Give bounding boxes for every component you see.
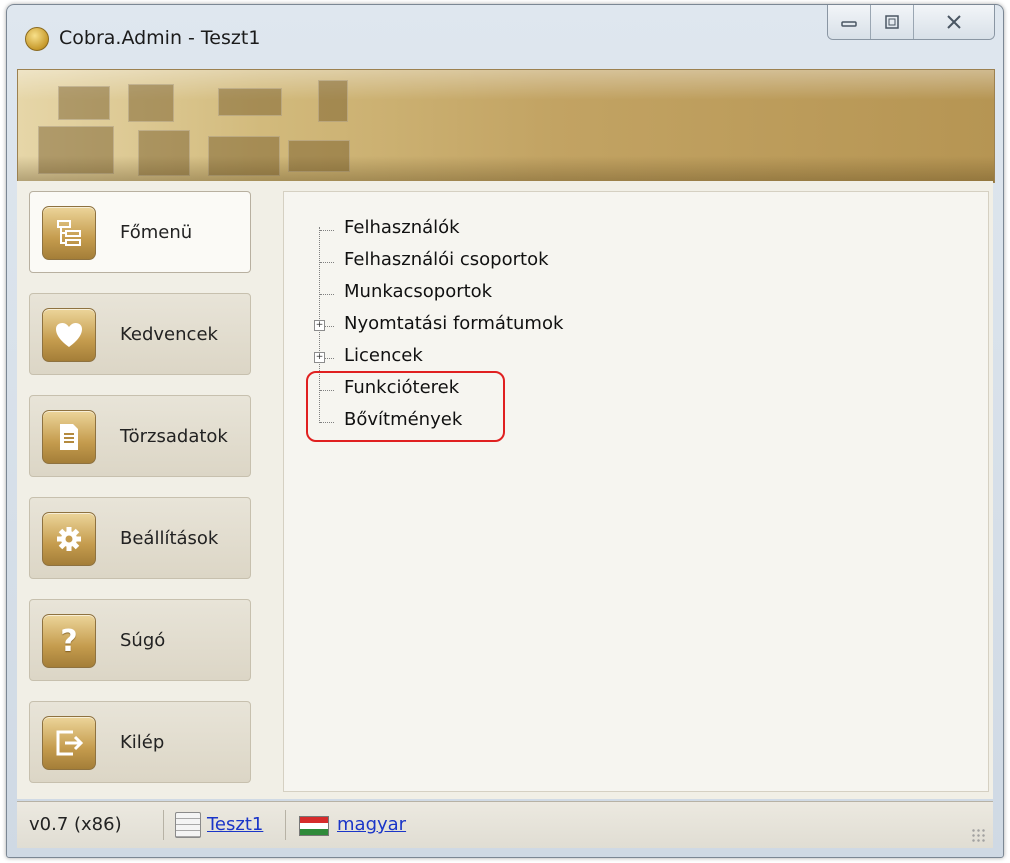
title-bar[interactable]: Cobra.Admin - Teszt1 bbox=[7, 5, 1003, 69]
sidebar-item-label: Kedvencek bbox=[120, 324, 218, 345]
tree-item-felhasznalok[interactable]: Felhasználók bbox=[344, 217, 460, 238]
sidebar-item-label: Főmenü bbox=[120, 222, 193, 243]
app-window: Cobra.Admin - Teszt1 Főmenü Kedvencek Tö… bbox=[6, 4, 1004, 858]
heart-icon bbox=[42, 308, 96, 362]
caption-buttons bbox=[827, 5, 995, 40]
tree-item-felhasznaloi-csoportok[interactable]: Felhasználói csoportok bbox=[344, 249, 549, 270]
resize-grip-icon[interactable] bbox=[971, 828, 985, 842]
gear-icon bbox=[42, 512, 96, 566]
version-label: v0.7 (x86) bbox=[29, 814, 122, 835]
database-icon bbox=[175, 812, 201, 838]
sidebar-item-label: Kilép bbox=[120, 732, 165, 753]
close-icon bbox=[947, 15, 961, 29]
minimize-icon bbox=[841, 21, 857, 27]
maximize-icon bbox=[885, 15, 899, 29]
window-title: Cobra.Admin - Teszt1 bbox=[59, 27, 261, 49]
exit-icon bbox=[42, 716, 96, 770]
tree-item-munkacsoportok[interactable]: Munkacsoportok bbox=[344, 281, 492, 302]
sidebar-item-kilep[interactable]: Kilép bbox=[29, 701, 251, 783]
sidebar-item-label: Súgó bbox=[120, 630, 166, 651]
sidebar-item-label: Törzsadatok bbox=[120, 426, 228, 447]
header-banner bbox=[17, 69, 995, 183]
sidebar-item-label: Beállítások bbox=[120, 528, 219, 549]
tree-item-nyomtatasi-formatumok[interactable]: Nyomtatási formátumok bbox=[344, 313, 563, 334]
status-bar: v0.7 (x86) Teszt1 magyar bbox=[17, 801, 993, 848]
tree-menu-icon bbox=[42, 206, 96, 260]
sidebar-item-kedvencek[interactable]: Kedvencek bbox=[29, 293, 251, 375]
help-icon: ? bbox=[42, 614, 96, 668]
database-link[interactable]: Teszt1 bbox=[207, 814, 263, 835]
hungarian-flag-icon bbox=[299, 816, 329, 836]
app-logo-icon bbox=[25, 27, 49, 51]
sidebar-item-torzsadatok[interactable]: Törzsadatok bbox=[29, 395, 251, 477]
tree-item-licencek[interactable]: Licencek bbox=[344, 345, 423, 366]
sidebar-item-fomenu[interactable]: Főmenü bbox=[29, 191, 251, 273]
expand-icon[interactable]: + bbox=[314, 352, 325, 363]
close-button[interactable] bbox=[913, 5, 994, 39]
sidebar-item-sugo[interactable]: ? Súgó bbox=[29, 599, 251, 681]
language-link[interactable]: magyar bbox=[337, 814, 406, 835]
sidebar-item-beallitasok[interactable]: Beállítások bbox=[29, 497, 251, 579]
minimize-button[interactable] bbox=[828, 5, 870, 39]
expand-icon[interactable]: + bbox=[314, 320, 325, 331]
highlight-annotation bbox=[306, 371, 505, 442]
document-icon bbox=[42, 410, 96, 464]
maximize-button[interactable] bbox=[870, 5, 913, 39]
